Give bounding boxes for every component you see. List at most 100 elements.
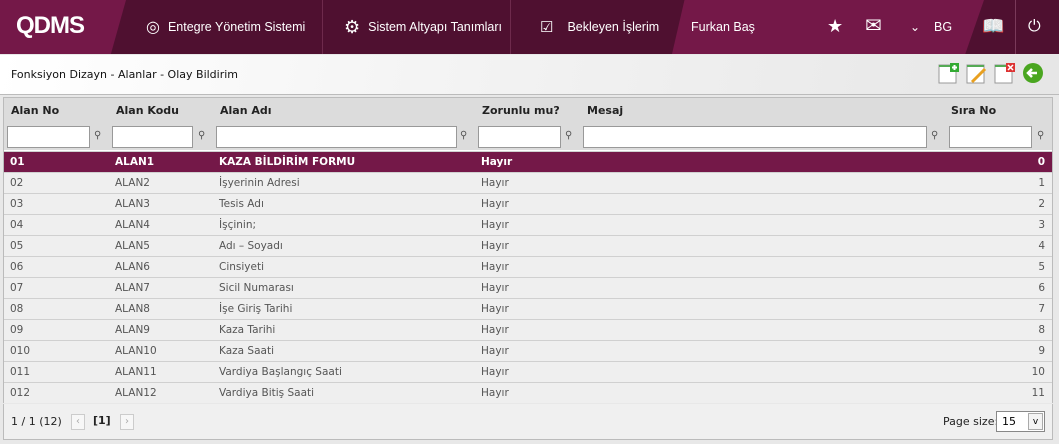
table-cell: Adı – Soyadı <box>219 240 283 252</box>
column-header[interactable]: Mesaj <box>587 98 623 123</box>
back-icon[interactable] <box>1022 62 1044 84</box>
page-title-bar: Fonksiyon Dizayn - Alanlar - Olay Bildir… <box>0 55 1059 95</box>
next-page-button[interactable]: › <box>120 414 134 430</box>
table-cell: 03 <box>10 198 24 210</box>
filter-icon[interactable]: ⚲ <box>931 130 938 141</box>
filter-input[interactable] <box>949 126 1032 148</box>
table-cell: ALAN11 <box>115 366 157 378</box>
table-cell: Hayır <box>481 261 509 273</box>
star-icon[interactable]: ★ <box>827 16 843 37</box>
table-row[interactable]: 07 ALAN7 Sicil Numarası Hayır 6 <box>4 277 1052 298</box>
table-row[interactable]: 03 ALAN3 Tesis Adı Hayır 2 <box>4 193 1052 214</box>
filter-icon[interactable]: ⚲ <box>198 130 205 141</box>
table-row[interactable]: 08 ALAN8 İşe Giriş Tarihi Hayır 7 <box>4 298 1052 319</box>
pager: 1 / 1 (12) ‹ [1] › Page size: 15 v <box>3 404 1053 440</box>
user-name[interactable]: Furkan Baş <box>691 0 755 54</box>
filter-input[interactable] <box>478 126 561 148</box>
table-row[interactable]: 06 ALAN6 Cinsiyeti Hayır 5 <box>4 256 1052 277</box>
filter-icon[interactable]: ⚲ <box>1037 130 1044 141</box>
top-header: QDMS ◎ Entegre Yönetim Sistemi ⚙ Sistem Al… <box>0 0 1059 54</box>
power-icon[interactable]: ⏻ <box>1028 16 1041 36</box>
table-cell: 3 <box>1038 219 1045 231</box>
table-cell: Hayır <box>481 303 509 315</box>
table-cell: ALAN5 <box>115 240 150 252</box>
filter-input[interactable] <box>112 126 193 148</box>
table-cell: Hayır <box>481 324 509 336</box>
table-cell: Hayır <box>481 366 509 378</box>
nav-sistem[interactable]: ⚙ Sistem Altyapı Tanımları <box>344 0 502 54</box>
table-cell: Sicil Numarası <box>219 282 294 294</box>
filter-input[interactable] <box>7 126 90 148</box>
table-cell: Hayır <box>481 282 509 294</box>
table-cell: ALAN1 <box>115 156 155 168</box>
prev-page-button[interactable]: ‹ <box>71 414 85 430</box>
column-header[interactable]: Zorunlu mu? <box>482 98 560 123</box>
table-cell: 0 <box>1037 156 1045 168</box>
pager-summary: 1 / 1 (12) <box>11 415 62 428</box>
table-cell: ALAN6 <box>115 261 150 273</box>
filter-icon[interactable]: ⚲ <box>94 130 101 141</box>
chevron-down-icon[interactable]: ⌄ <box>910 20 920 34</box>
table-cell: Hayır <box>481 219 509 231</box>
table-cell: 01 <box>10 156 25 168</box>
nav-entegre[interactable]: ◎ Entegre Yönetim Sistemi <box>146 0 305 54</box>
table-cell: ALAN3 <box>115 198 150 210</box>
table-cell: Hayır <box>481 387 509 399</box>
table-cell: ALAN9 <box>115 324 150 336</box>
table-cell: ALAN2 <box>115 177 150 189</box>
table-cell: 8 <box>1038 324 1045 336</box>
column-header[interactable]: Alan No <box>11 98 59 123</box>
table-cell: İşyerinin Adresi <box>219 177 300 189</box>
language[interactable]: BG <box>934 0 952 54</box>
filter-input[interactable] <box>216 126 457 148</box>
filter-icon[interactable]: ⚲ <box>460 130 467 141</box>
table-cell: ALAN10 <box>115 345 157 357</box>
nav-label: Entegre Yönetim Sistemi <box>167 20 306 34</box>
delete-record-icon[interactable] <box>994 62 1016 84</box>
filter-icon[interactable]: ⚲ <box>565 130 572 141</box>
table-row[interactable]: 02 ALAN2 İşyerinin Adresi Hayır 1 <box>4 172 1052 193</box>
table-cell: Hayır <box>481 156 513 168</box>
table-cell: 010 <box>10 345 31 357</box>
table-row[interactable]: 05 ALAN5 Adı – Soyadı Hayır 4 <box>4 235 1052 256</box>
column-header[interactable]: Alan Adı <box>220 98 272 123</box>
data-grid: Alan No Alan Kodu Alan Adı Zorunlu mu? M… <box>3 97 1053 403</box>
manual-book-icon[interactable]: 📖 <box>982 16 1004 37</box>
table-row[interactable]: 04 ALAN4 İşçinin; Hayır 3 <box>4 214 1052 235</box>
table-cell: 05 <box>10 240 24 252</box>
logo[interactable]: QDMS <box>16 12 85 40</box>
page-size-select[interactable]: 15 v <box>996 411 1045 432</box>
column-header[interactable]: Sıra No <box>951 98 996 123</box>
table-cell: ALAN7 <box>115 282 150 294</box>
mail-icon[interactable]: ✉ <box>865 13 882 37</box>
table-row[interactable]: 012 ALAN12 Vardiya Bitiş Saati Hayır 11 <box>4 382 1052 403</box>
table-cell: Hayır <box>481 345 509 357</box>
table-cell: 011 <box>10 366 31 378</box>
add-record-icon[interactable] <box>938 62 960 84</box>
table-cell: 012 <box>10 387 31 399</box>
table-cell: 5 <box>1038 261 1045 273</box>
table-cell: Hayır <box>481 240 509 252</box>
table-cell: Hayır <box>481 198 509 210</box>
table-row[interactable]: 011 ALAN11 Vardiya Başlangıç Saati Hayır 10 <box>4 361 1052 382</box>
nav-bekleyen[interactable]: ☑ Bekleyen İşlerim <box>540 0 659 54</box>
table-cell: 08 <box>10 303 24 315</box>
table-cell: Kaza Tarihi <box>219 324 276 336</box>
table-row[interactable]: 010 ALAN10 Kaza Saati Hayır 9 <box>4 340 1052 361</box>
filter-input[interactable] <box>583 126 927 148</box>
table-row[interactable]: 09 ALAN9 Kaza Tarihi Hayır 8 <box>4 319 1052 340</box>
current-page[interactable]: [1] <box>93 414 111 427</box>
table-row[interactable]: 01 ALAN1 KAZA BİLDİRİM FORMU Hayır 0 <box>4 151 1052 172</box>
edit-record-icon[interactable] <box>966 62 988 84</box>
table-cell: 02 <box>10 177 24 189</box>
q-logo-icon: ◎ <box>146 19 160 36</box>
table-cell: Hayır <box>481 177 509 189</box>
page-size-label: Page size: <box>943 415 999 428</box>
nav-label: Sistem Altyapı Tanımları <box>368 20 502 34</box>
table-cell: İşe Giriş Tarihi <box>219 303 293 315</box>
column-header[interactable]: Alan Kodu <box>116 98 179 123</box>
table-cell: 09 <box>10 324 24 336</box>
table-cell: Tesis Adı <box>219 198 264 210</box>
chevron-down-icon: v <box>1028 413 1043 430</box>
page-size-value: 15 <box>1002 415 1016 428</box>
